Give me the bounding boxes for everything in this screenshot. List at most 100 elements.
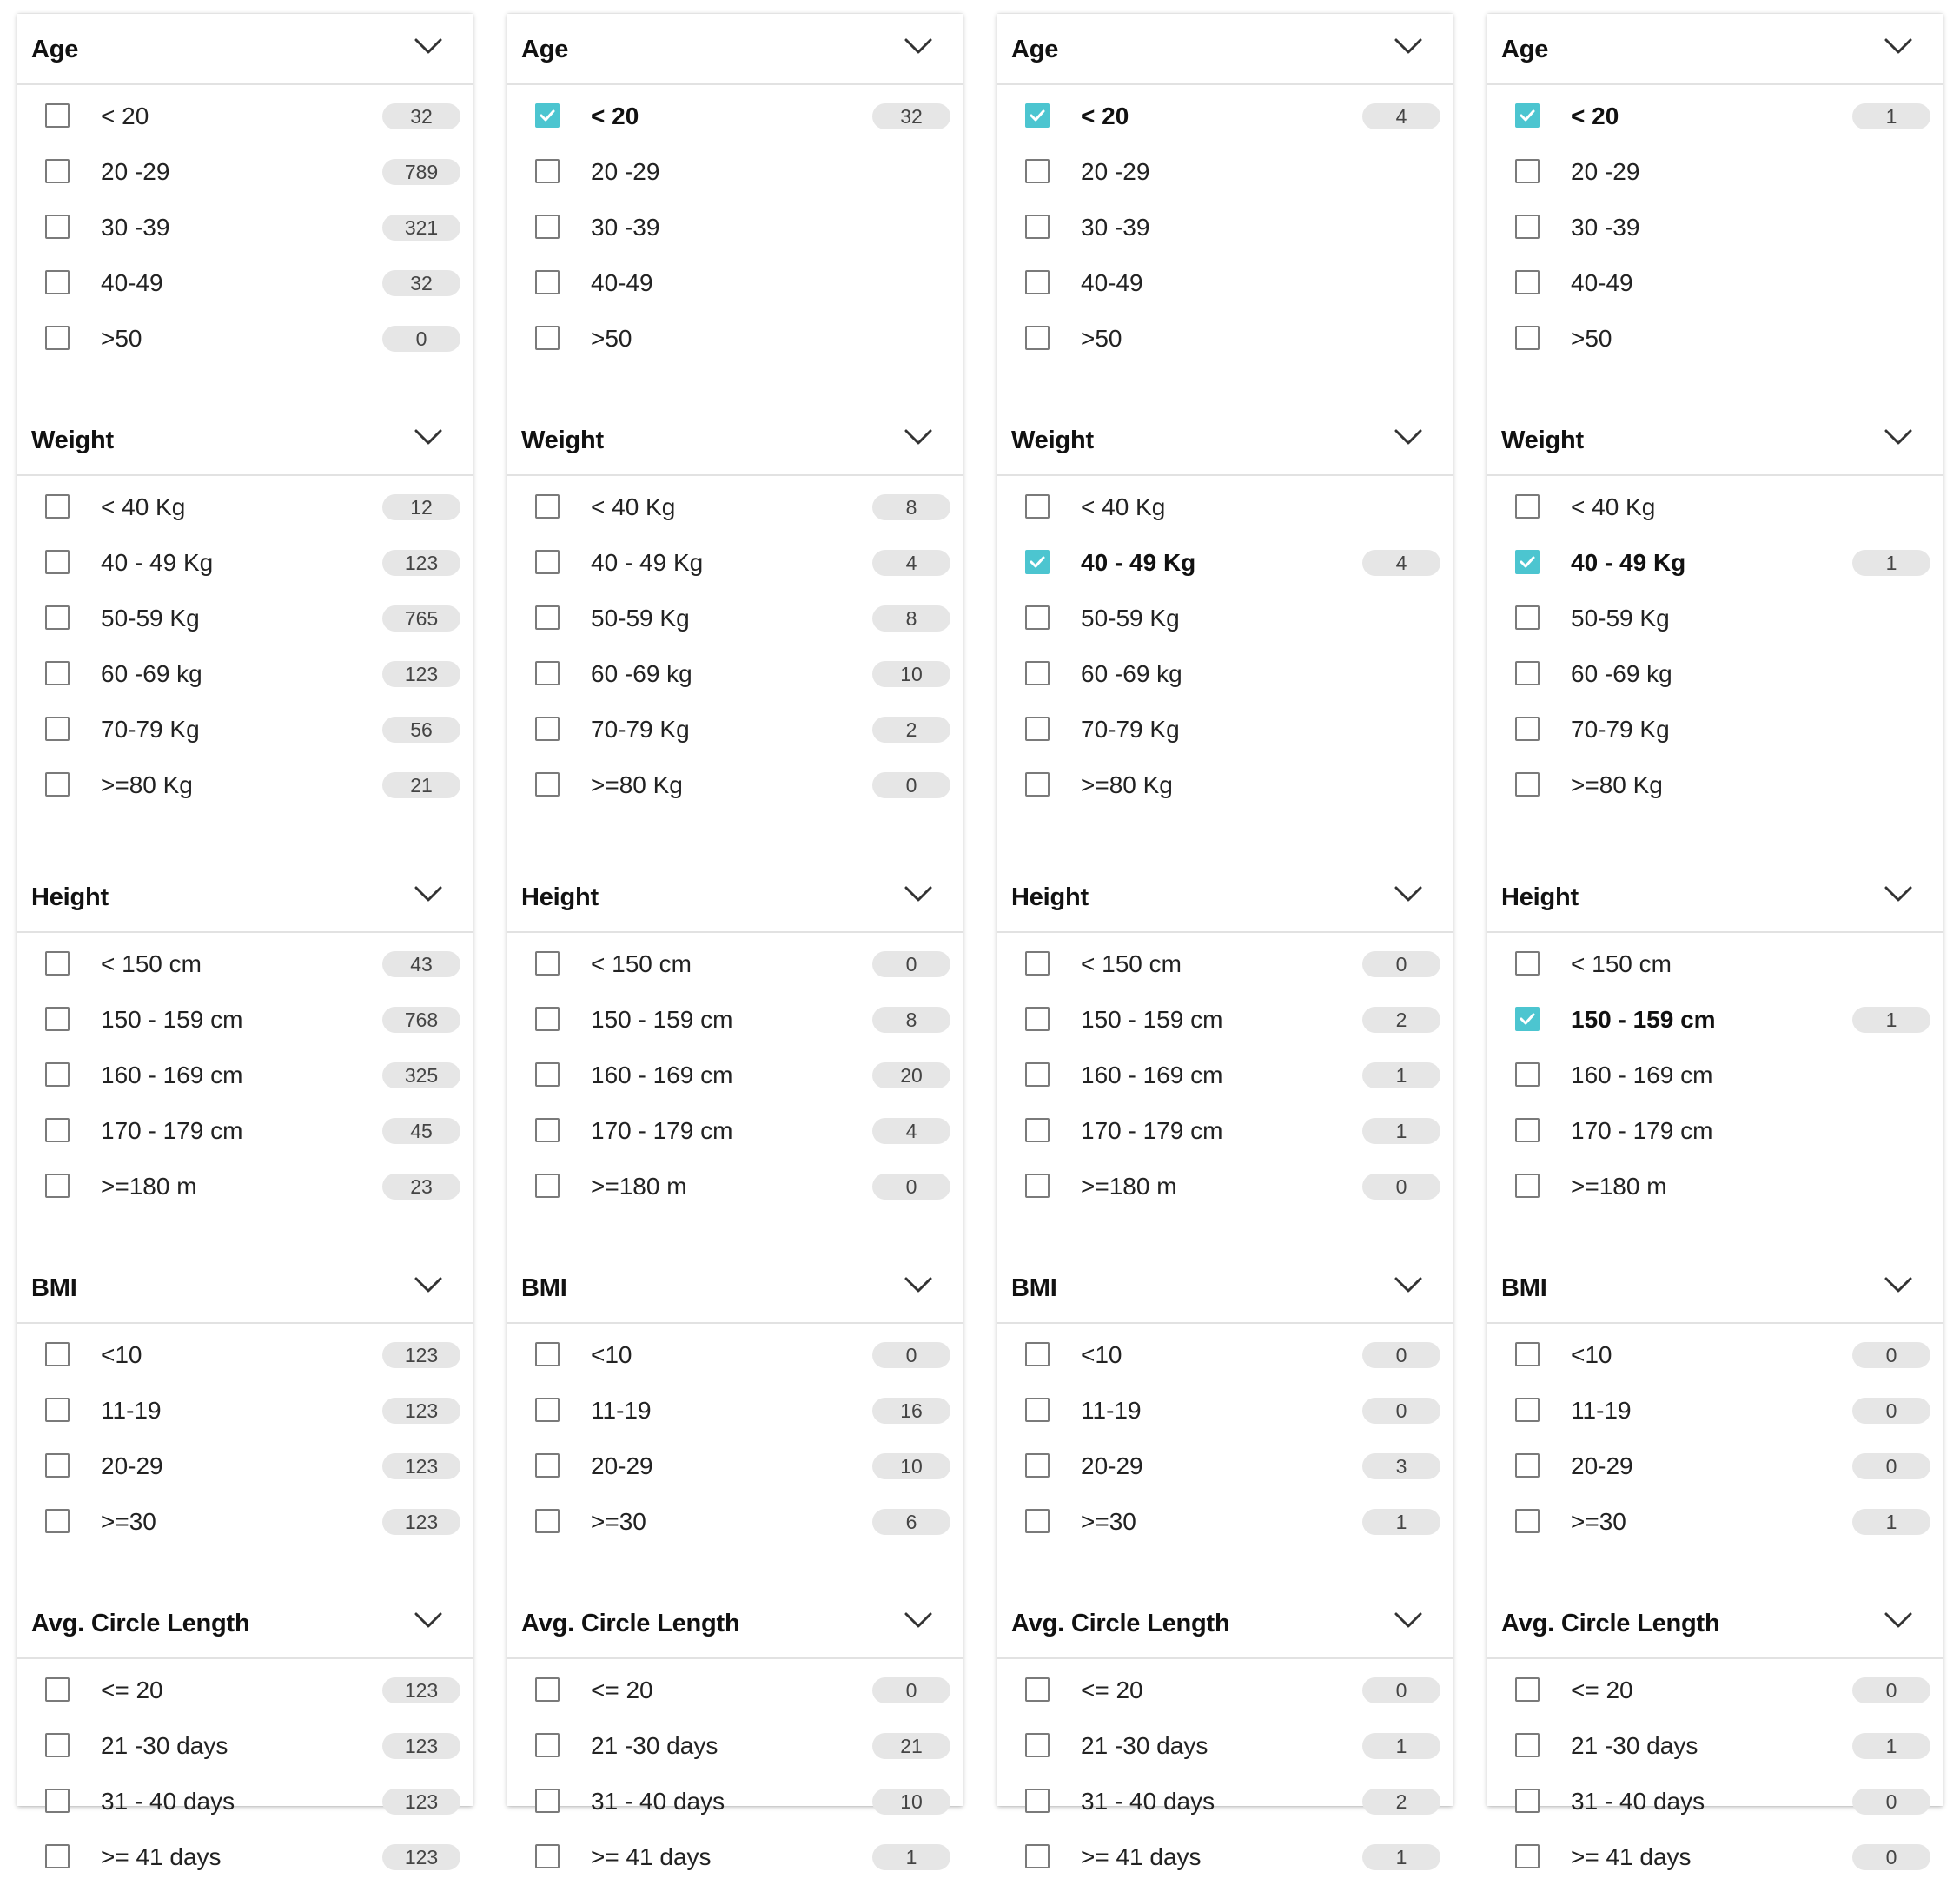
- checkbox[interactable]: [1025, 1844, 1050, 1868]
- checkbox[interactable]: [1025, 1509, 1050, 1533]
- checkbox[interactable]: [1025, 1118, 1050, 1142]
- checkbox[interactable]: [1025, 494, 1050, 519]
- filter-option[interactable]: 70-79 Kg 2: [507, 702, 963, 757]
- section-header[interactable]: Height: [997, 862, 1453, 933]
- filter-option[interactable]: 160 - 169 cm 20: [507, 1048, 963, 1103]
- checkbox[interactable]: [1025, 1677, 1050, 1702]
- chevron-down-icon[interactable]: [904, 1611, 933, 1630]
- filter-option[interactable]: >=180 m: [1487, 1159, 1943, 1214]
- filter-option[interactable]: < 40 Kg: [997, 480, 1453, 535]
- checkbox[interactable]: [45, 1398, 70, 1422]
- filter-option[interactable]: >50: [1487, 311, 1943, 367]
- chevron-down-icon[interactable]: [1394, 1611, 1423, 1630]
- checkbox[interactable]: [535, 494, 560, 519]
- filter-option[interactable]: 40-49: [997, 255, 1453, 311]
- section-header[interactable]: Height: [17, 862, 473, 933]
- filter-option[interactable]: 170 - 179 cm 4: [507, 1103, 963, 1159]
- checkbox[interactable]: [535, 103, 560, 128]
- filter-option[interactable]: 20-29 3: [997, 1439, 1453, 1494]
- checkbox[interactable]: [1025, 772, 1050, 797]
- checkbox[interactable]: [535, 159, 560, 183]
- checkbox[interactable]: [535, 1509, 560, 1533]
- filter-option[interactable]: < 150 cm 43: [17, 936, 473, 992]
- filter-option[interactable]: >=80 Kg 21: [17, 757, 473, 813]
- checkbox[interactable]: [1025, 326, 1050, 350]
- checkbox[interactable]: [1025, 1733, 1050, 1757]
- checkbox[interactable]: [1025, 605, 1050, 630]
- checkbox[interactable]: [1515, 215, 1540, 239]
- chevron-down-icon[interactable]: [1884, 1611, 1913, 1630]
- filter-option[interactable]: < 40 Kg 8: [507, 480, 963, 535]
- checkbox[interactable]: [535, 550, 560, 574]
- section-header[interactable]: Avg. Circle Length: [17, 1588, 473, 1659]
- checkbox[interactable]: [1515, 1509, 1540, 1533]
- checkbox[interactable]: [45, 326, 70, 350]
- filter-option[interactable]: 11-19 0: [1487, 1383, 1943, 1439]
- checkbox[interactable]: [1515, 605, 1540, 630]
- checkbox[interactable]: [1025, 1007, 1050, 1031]
- checkbox[interactable]: [1515, 1174, 1540, 1198]
- section-header[interactable]: Weight: [17, 405, 473, 476]
- filter-option[interactable]: 31 - 40 days 2: [997, 1774, 1453, 1829]
- filter-option[interactable]: 40 - 49 Kg 4: [507, 535, 963, 591]
- filter-option[interactable]: <= 20 0: [507, 1663, 963, 1718]
- chevron-down-icon[interactable]: [1394, 427, 1423, 446]
- section-header[interactable]: BMI: [997, 1253, 1453, 1324]
- filter-option[interactable]: 70-79 Kg: [997, 702, 1453, 757]
- checkbox[interactable]: [535, 1789, 560, 1813]
- checkbox[interactable]: [1025, 1789, 1050, 1813]
- filter-option[interactable]: 50-59 Kg: [997, 591, 1453, 646]
- checkbox[interactable]: [1025, 270, 1050, 294]
- filter-option[interactable]: < 20 1: [1487, 89, 1943, 144]
- checkbox[interactable]: [1025, 1342, 1050, 1366]
- checkbox[interactable]: [535, 1844, 560, 1868]
- filter-option[interactable]: <10 0: [507, 1327, 963, 1383]
- filter-option[interactable]: >50: [507, 311, 963, 367]
- filter-option[interactable]: <= 20 0: [997, 1663, 1453, 1718]
- filter-option[interactable]: < 40 Kg 12: [17, 480, 473, 535]
- filter-option[interactable]: 20-29 0: [1487, 1439, 1943, 1494]
- checkbox[interactable]: [1515, 772, 1540, 797]
- checkbox[interactable]: [45, 1733, 70, 1757]
- filter-option[interactable]: 11-19 0: [997, 1383, 1453, 1439]
- filter-option[interactable]: < 20 32: [507, 89, 963, 144]
- checkbox[interactable]: [1025, 1453, 1050, 1478]
- checkbox[interactable]: [535, 1453, 560, 1478]
- section-header[interactable]: Weight: [997, 405, 1453, 476]
- checkbox[interactable]: [1515, 661, 1540, 685]
- chevron-down-icon[interactable]: [1884, 427, 1913, 446]
- checkbox[interactable]: [535, 270, 560, 294]
- checkbox[interactable]: [1025, 1398, 1050, 1422]
- filter-option[interactable]: <10 123: [17, 1327, 473, 1383]
- filter-option[interactable]: 40-49: [1487, 255, 1943, 311]
- section-header[interactable]: Weight: [507, 405, 963, 476]
- checkbox[interactable]: [1515, 103, 1540, 128]
- checkbox[interactable]: [535, 1677, 560, 1702]
- checkbox[interactable]: [45, 103, 70, 128]
- section-header[interactable]: Age: [997, 14, 1453, 85]
- filter-option[interactable]: 20 -29 789: [17, 144, 473, 200]
- filter-option[interactable]: 40 - 49 Kg 1: [1487, 535, 1943, 591]
- chevron-down-icon[interactable]: [904, 427, 933, 446]
- checkbox[interactable]: [535, 661, 560, 685]
- filter-option[interactable]: 50-59 Kg 8: [507, 591, 963, 646]
- filter-option[interactable]: 60 -69 kg 10: [507, 646, 963, 702]
- checkbox[interactable]: [1515, 1844, 1540, 1868]
- filter-option[interactable]: >50 0: [17, 311, 473, 367]
- filter-option[interactable]: >= 41 days 1: [507, 1829, 963, 1885]
- filter-option[interactable]: 31 - 40 days 0: [1487, 1774, 1943, 1829]
- filter-option[interactable]: 50-59 Kg: [1487, 591, 1943, 646]
- checkbox[interactable]: [535, 772, 560, 797]
- checkbox[interactable]: [1025, 1174, 1050, 1198]
- checkbox[interactable]: [45, 1118, 70, 1142]
- chevron-down-icon[interactable]: [1884, 36, 1913, 56]
- checkbox[interactable]: [1025, 717, 1050, 741]
- chevron-down-icon[interactable]: [414, 427, 443, 446]
- filter-option[interactable]: 11-19 16: [507, 1383, 963, 1439]
- chevron-down-icon[interactable]: [414, 1275, 443, 1294]
- checkbox[interactable]: [535, 1174, 560, 1198]
- chevron-down-icon[interactable]: [1394, 884, 1423, 903]
- checkbox[interactable]: [1515, 1342, 1540, 1366]
- filter-option[interactable]: >=80 Kg: [1487, 757, 1943, 813]
- chevron-down-icon[interactable]: [904, 884, 933, 903]
